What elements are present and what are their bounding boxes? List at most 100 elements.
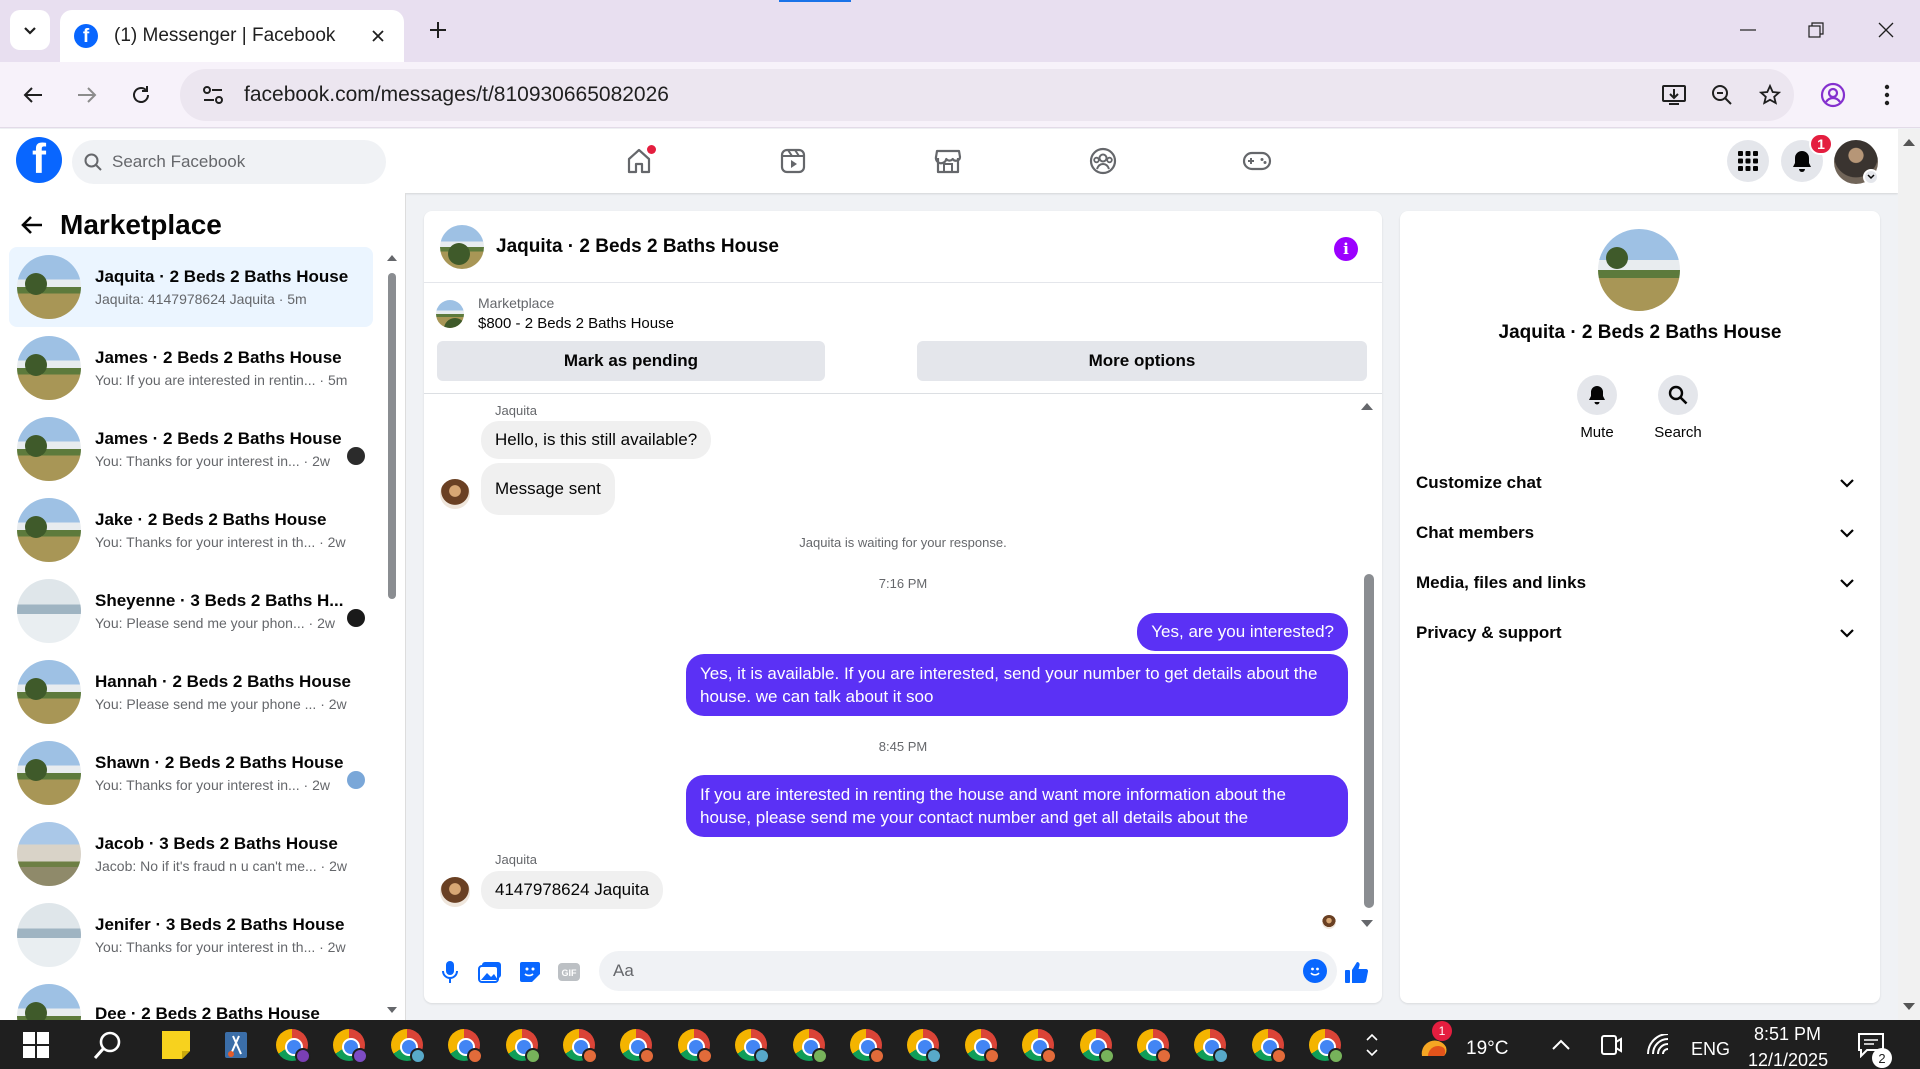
chrome-taskbar-icon[interactable] [731,1025,771,1065]
url-text[interactable]: facebook.com/messages/t/810930665082026 [244,83,1650,107]
back-arrow-icon[interactable] [20,214,44,236]
chrome-taskbar-icon[interactable] [329,1025,369,1065]
search-conversation-button[interactable]: Search [1638,375,1718,441]
facebook-search[interactable]: Search Facebook [72,140,386,184]
details-avatar[interactable] [1598,229,1680,311]
message-outgoing[interactable]: Yes, are you interested? [1137,613,1348,651]
conversation-item[interactable]: Jenifer · 3 Beds 2 Baths House You: Thank… [9,895,373,975]
snipping-tool-icon[interactable] [216,1025,256,1065]
conversation-scroll-thumb[interactable] [1364,574,1374,908]
scroll-up-icon[interactable] [1360,399,1374,413]
language-indicator[interactable]: ENG [1691,1039,1730,1060]
bookmark-star-icon[interactable] [1746,71,1794,119]
photo-icon[interactable] [475,957,505,987]
nav-groups[interactable] [1073,139,1133,183]
meet-now-icon[interactable] [1591,1025,1631,1065]
more-options-button[interactable]: More options [917,341,1367,381]
chrome-taskbar-icon[interactable] [616,1025,656,1065]
conversation-item[interactable]: Dee · 2 Beds 2 Baths House [9,976,373,1020]
details-section[interactable]: Chat members [1416,513,1864,553]
sender-avatar[interactable] [440,479,470,509]
clock-time[interactable]: 8:51 PM [1754,1024,1821,1045]
conversation-item[interactable]: Sheyenne · 3 Beds 2 Baths H... You: Pleas… [9,571,373,651]
scroll-up-icon[interactable] [386,253,398,263]
install-app-icon[interactable] [1650,71,1698,119]
thumbs-up-icon[interactable] [1342,957,1372,987]
taskbar-search-icon[interactable] [88,1025,128,1065]
conversation-item[interactable]: Jacob · 3 Beds 2 Baths House Jacob: No if… [9,814,373,894]
close-window-button[interactable] [1866,12,1906,48]
conversation-item[interactable]: James · 2 Beds 2 Baths House You: Thanks … [9,409,373,489]
nav-marketplace[interactable] [918,139,978,183]
profile-icon[interactable] [1816,78,1850,112]
chrome-taskbar-icon[interactable] [903,1025,943,1065]
sender-avatar[interactable] [440,877,470,907]
clock-date[interactable]: 12/1/2025 [1748,1050,1828,1069]
facebook-logo-icon[interactable]: f [16,137,62,183]
message-incoming[interactable]: Message sent [481,463,615,515]
conversation-item[interactable]: James · 2 Beds 2 Baths House You: If you … [9,328,373,408]
wifi-icon[interactable] [1638,1025,1678,1065]
message-incoming[interactable]: Hello, is this still available? [481,421,712,459]
marketplace-listing-bar[interactable]: Marketplace $800 - 2 Beds 2 Baths House [436,295,674,332]
mark-as-pending-button[interactable]: Mark as pending [437,341,825,381]
details-section[interactable]: Customize chat [1416,463,1864,503]
site-info-icon[interactable] [188,85,238,105]
chrome-taskbar-icon[interactable] [789,1025,829,1065]
mute-button[interactable]: Mute [1557,375,1637,441]
message-outgoing[interactable]: Yes, it is available. If you are interes… [686,654,1348,716]
microphone-icon[interactable] [435,957,465,987]
browser-tab-messenger[interactable]: f (1) Messenger | Facebook [60,10,404,62]
chrome-taskbar-icon[interactable] [1133,1025,1173,1065]
message-outgoing[interactable]: If you are interested in renting the hou… [686,775,1348,837]
tab-search-button[interactable] [10,10,50,50]
forward-button[interactable] [70,78,104,112]
minimize-button[interactable] [1728,12,1768,48]
chat-list-scrollbar[interactable] [386,253,398,1013]
back-button[interactable] [16,78,50,112]
restore-button[interactable] [1796,12,1836,48]
scroll-down-icon[interactable] [386,1005,398,1015]
chrome-taskbar-icon[interactable] [961,1025,1001,1065]
account-chevron-icon[interactable] [1863,169,1879,185]
chrome-taskbar-icon[interactable] [502,1025,542,1065]
tab-close-icon[interactable] [366,24,390,48]
conversation-avatar[interactable] [440,224,484,269]
nav-gaming[interactable] [1227,139,1287,183]
chat-list-scroll-thumb[interactable] [388,273,396,599]
chrome-taskbar-icon[interactable] [674,1025,714,1065]
chevron-up-icon[interactable] [1541,1025,1581,1065]
new-tab-button[interactable] [422,14,454,46]
scroll-down-icon[interactable] [1360,917,1374,931]
windows-start-icon[interactable] [16,1025,56,1065]
gif-icon[interactable]: GIF [554,957,584,987]
message-incoming[interactable]: 4147978624 Jaquita [481,871,664,909]
zoom-icon[interactable] [1698,71,1746,119]
chrome-taskbar-icon[interactable] [1248,1025,1288,1065]
page-scrollbar[interactable] [1898,129,1920,1020]
emoji-icon[interactable] [1303,959,1327,983]
chrome-taskbar-icon[interactable] [272,1025,312,1065]
details-section[interactable]: Media, files and links [1416,563,1864,603]
chrome-taskbar-icon[interactable] [559,1025,599,1065]
browser-menu-icon[interactable] [1870,78,1904,112]
scroll-up-icon[interactable] [1902,137,1916,147]
nav-video[interactable] [763,139,823,183]
address-bar[interactable]: facebook.com/messages/t/810930665082026 [180,69,1794,121]
conversation-item[interactable]: Jake · 2 Beds 2 Baths House You: Thanks f… [9,490,373,570]
chrome-taskbar-icon[interactable] [1305,1025,1345,1065]
reload-button[interactable] [124,78,158,112]
scroll-down-icon[interactable] [1902,1002,1916,1012]
message-input[interactable]: Aa [599,951,1337,991]
conversation-title[interactable]: Jaquita · 2 Beds 2 Baths House [496,236,779,258]
sticky-notes-icon[interactable] [156,1025,196,1065]
chrome-taskbar-icon[interactable] [1076,1025,1116,1065]
nav-home[interactable] [609,139,669,183]
chrome-taskbar-icon[interactable] [846,1025,886,1065]
chrome-taskbar-icon[interactable] [387,1025,427,1065]
menu-grid-button[interactable] [1727,140,1769,182]
chrome-taskbar-icon[interactable] [1190,1025,1230,1065]
sticker-icon[interactable] [515,957,545,987]
details-section[interactable]: Privacy & support [1416,613,1864,653]
tray-overflow-icon[interactable] [1352,1025,1392,1065]
